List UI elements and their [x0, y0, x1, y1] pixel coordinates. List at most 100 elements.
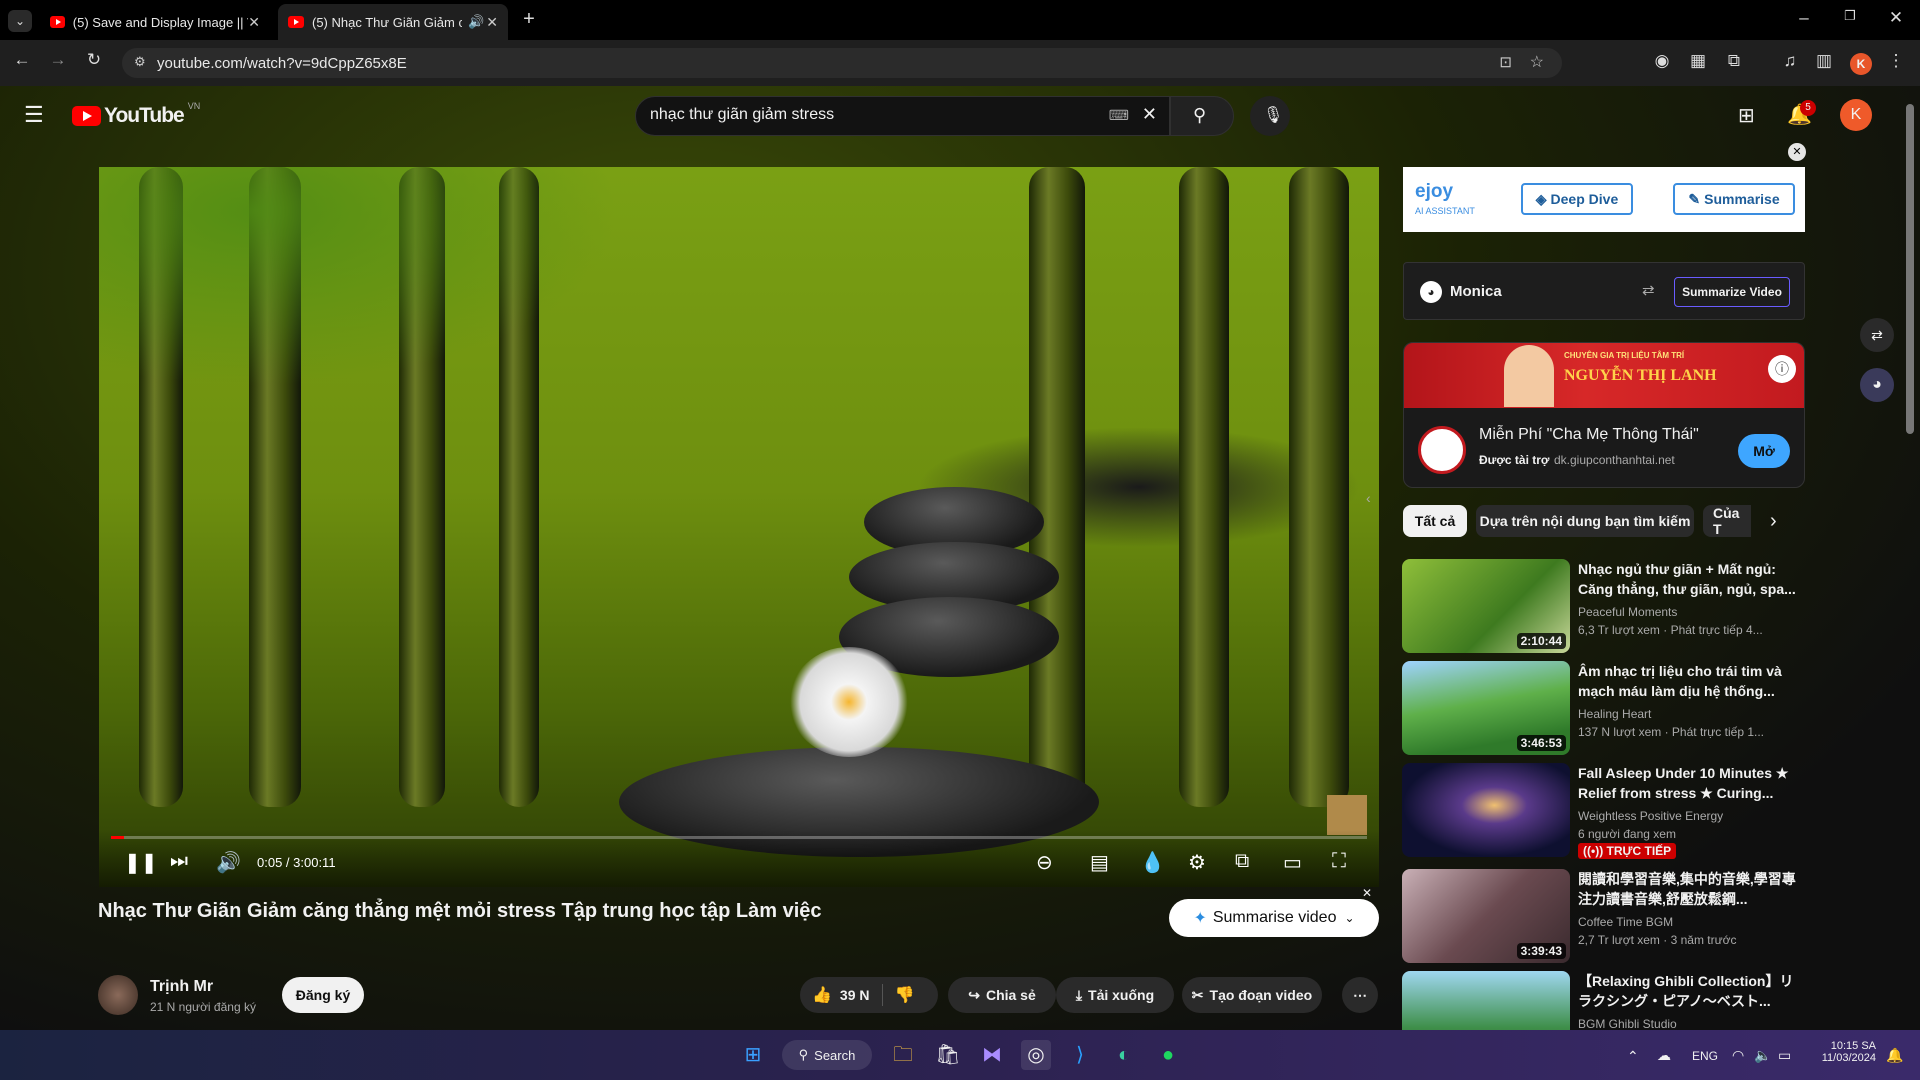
- search-box[interactable]: nhạc thư giãn giảm stress ⌨ ✕: [635, 96, 1170, 136]
- voice-search-button[interactable]: 🎙: [1250, 96, 1290, 136]
- like-count[interactable]: 39 N: [840, 987, 870, 1003]
- summarise-video-button[interactable]: ✦ Summarise video ⌄: [1169, 899, 1379, 937]
- speaker-icon[interactable]: 🔈: [1754, 1047, 1771, 1064]
- chrome-icon[interactable]: ◎: [1021, 1040, 1051, 1070]
- channel-watermark[interactable]: [1327, 795, 1367, 835]
- extension-icon[interactable]: ▦: [1686, 51, 1710, 71]
- taskbar-search[interactable]: ⚲ Search: [782, 1040, 872, 1070]
- video-thumbnail[interactable]: 3:46:53: [1402, 661, 1570, 755]
- download-button[interactable]: ⤓ Tải xuống: [1056, 977, 1174, 1013]
- account-avatar[interactable]: K: [1840, 99, 1872, 131]
- translate-side-icon[interactable]: ⇄: [1860, 318, 1894, 352]
- like-icon[interactable]: 👍: [812, 985, 832, 1005]
- notification-center-icon[interactable]: 🔔: [1886, 1047, 1903, 1064]
- channel-avatar[interactable]: [98, 975, 138, 1015]
- window-close-icon[interactable]: ✕: [1884, 8, 1908, 28]
- related-video-channel[interactable]: Weightless Positive Energy: [1578, 809, 1723, 823]
- audio-playing-icon[interactable]: 🔊: [468, 14, 484, 30]
- restore-icon[interactable]: ❐: [1838, 8, 1862, 24]
- video-thumbnail[interactable]: [1402, 763, 1570, 857]
- ad-open-button[interactable]: Mở: [1738, 434, 1790, 468]
- profile-avatar[interactable]: K: [1850, 53, 1872, 75]
- page-scrollbar[interactable]: [1906, 104, 1914, 434]
- related-video-channel[interactable]: BGM Ghibli Studio: [1578, 1017, 1677, 1030]
- share-button[interactable]: ↪ Chia sẻ: [948, 977, 1056, 1013]
- pause-icon[interactable]: ❚❚: [124, 850, 158, 875]
- next-video-icon[interactable]: ⏭: [170, 850, 188, 873]
- search-input[interactable]: nhạc thư giãn giảm stress: [650, 106, 834, 124]
- related-video[interactable]: Fall Asleep Under 10 Minutes ★ Relief fr…: [1402, 763, 1806, 859]
- theater-mode-icon[interactable]: ▭: [1283, 850, 1302, 875]
- clear-search-icon[interactable]: ✕: [1142, 104, 1157, 125]
- battery-icon[interactable]: ▭: [1778, 1047, 1791, 1064]
- close-tab-icon[interactable]: ✕: [486, 14, 498, 31]
- sponsored-ad[interactable]: CHUYÊN GIA TRỊ LIỆU TÂM TRÍ NGUYỄN THỊ L…: [1403, 342, 1805, 488]
- related-video-title[interactable]: Nhạc ngủ thư giãn + Mất ngủ: Căng thẳng,…: [1578, 559, 1806, 599]
- more-actions-icon[interactable]: ⋯: [1342, 977, 1378, 1013]
- youtube-logo[interactable]: YouTube VN: [72, 101, 200, 128]
- chevron-right-icon[interactable]: ›: [1770, 510, 1777, 533]
- ad-banner[interactable]: CHUYÊN GIA TRỊ LIỆU TÂM TRÍ NGUYỄN THỊ L…: [1404, 343, 1804, 408]
- miniplayer-icon[interactable]: ⧉: [1235, 850, 1249, 873]
- fullscreen-icon[interactable]: ⛶: [1332, 850, 1346, 873]
- tab-search-icon[interactable]: ⌄: [8, 10, 32, 32]
- spotify-icon[interactable]: ●: [1153, 1040, 1183, 1070]
- autoplay-toggle[interactable]: ⊖: [1036, 850, 1053, 875]
- monica-extension-icon[interactable]: ◉: [1650, 51, 1674, 71]
- related-video[interactable]: 3:39:43 閱讀和學習音樂,集中的音樂,學習專注力讀書音樂,舒壓放鬆鋼...…: [1402, 869, 1806, 965]
- subtitles-icon[interactable]: ▤: [1090, 850, 1109, 875]
- vscode-icon[interactable]: ⟩: [1065, 1040, 1095, 1070]
- visual-studio-icon[interactable]: ⧓: [977, 1040, 1007, 1070]
- reload-icon[interactable]: ↻: [82, 50, 106, 70]
- related-video-title[interactable]: 【Relaxing Ghibli Collection】リラクシング・ピアノ～ベ…: [1578, 971, 1806, 1011]
- create-video-icon[interactable]: ⊞: [1738, 103, 1755, 128]
- store-icon[interactable]: 🛍: [933, 1040, 963, 1070]
- tab-save-display-image[interactable]: (5) Save and Display Image || Vi ✕: [40, 4, 270, 40]
- file-explorer-icon[interactable]: 🗀: [888, 1040, 918, 1070]
- channel-name[interactable]: Trịnh Mr: [150, 978, 213, 996]
- site-info-icon[interactable]: ⚙: [134, 54, 146, 70]
- keyboard-icon[interactable]: ⌨: [1109, 107, 1129, 124]
- settings-gear-icon[interactable]: ⚙: [1188, 850, 1206, 875]
- menu-kebab-icon[interactable]: ⋮: [1884, 51, 1908, 71]
- close-tab-icon[interactable]: ✕: [248, 14, 260, 31]
- progress-bar[interactable]: [111, 836, 1367, 839]
- close-ejoy-icon[interactable]: ✕: [1788, 143, 1806, 161]
- video-thumbnail[interactable]: [1402, 971, 1570, 1030]
- monica-side-icon[interactable]: ◕: [1860, 368, 1894, 402]
- onedrive-icon[interactable]: ☁: [1657, 1047, 1671, 1064]
- filter-chip-from-channel[interactable]: Của T: [1703, 505, 1751, 537]
- wifi-icon[interactable]: ◠: [1732, 1047, 1744, 1064]
- ejoy-summarise-button[interactable]: ✎ Summarise: [1673, 183, 1795, 215]
- tray-chevron-icon[interactable]: ⌃: [1627, 1048, 1639, 1065]
- related-video-channel[interactable]: Healing Heart: [1578, 707, 1651, 721]
- related-video-channel[interactable]: Coffee Time BGM: [1578, 915, 1673, 929]
- dislike-icon[interactable]: 👎: [895, 985, 915, 1005]
- side-panel-icon[interactable]: ▥: [1812, 51, 1836, 71]
- address-bar[interactable]: ⚙ youtube.com/watch?v=9dCppZ65x8E ⊡ ☆: [122, 48, 1562, 78]
- media-control-icon[interactable]: ♫: [1778, 51, 1802, 71]
- install-app-icon[interactable]: ⊡: [1499, 53, 1512, 71]
- deep-dive-button[interactable]: ◈ Deep Dive: [1521, 183, 1633, 215]
- clip-button[interactable]: ✂ Tạo đoạn video: [1182, 977, 1322, 1013]
- edge-icon[interactable]: ◐: [1109, 1040, 1139, 1070]
- translate-icon[interactable]: ⇄: [1642, 281, 1655, 299]
- extensions-puzzle-icon[interactable]: ⧉: [1722, 51, 1746, 71]
- volume-icon[interactable]: 🔊: [216, 850, 241, 875]
- related-video-title[interactable]: 閱讀和學習音樂,集中的音樂,學習專注力讀書音樂,舒壓放鬆鋼...: [1578, 869, 1806, 909]
- guide-menu-icon[interactable]: ☰: [24, 102, 44, 128]
- new-tab-icon[interactable]: +: [517, 8, 541, 31]
- filter-chip-search-based[interactable]: Dựa trên nội dung bạn tìm kiếm: [1476, 505, 1694, 537]
- forward-icon[interactable]: →: [46, 50, 70, 70]
- windows-start-icon[interactable]: ⊞: [738, 1040, 768, 1070]
- collapse-panel-icon[interactable]: ‹: [1366, 490, 1371, 506]
- related-video[interactable]: 【Relaxing Ghibli Collection】リラクシング・ピアノ～ベ…: [1402, 971, 1806, 1030]
- related-video[interactable]: 3:46:53 Âm nhạc trị liệu cho trái tim và…: [1402, 661, 1806, 757]
- ambient-mode-icon[interactable]: 💧: [1140, 850, 1165, 875]
- related-video[interactable]: 2:10:44 Nhạc ngủ thư giãn + Mất ngủ: Căn…: [1402, 559, 1806, 655]
- subscribe-button[interactable]: Đăng ký: [282, 977, 364, 1013]
- search-button[interactable]: ⚲: [1170, 96, 1234, 136]
- related-video-channel[interactable]: Peaceful Moments: [1578, 605, 1677, 619]
- input-language[interactable]: ENG: [1692, 1049, 1718, 1063]
- monica-summarize-button[interactable]: Summarize Video: [1674, 277, 1790, 307]
